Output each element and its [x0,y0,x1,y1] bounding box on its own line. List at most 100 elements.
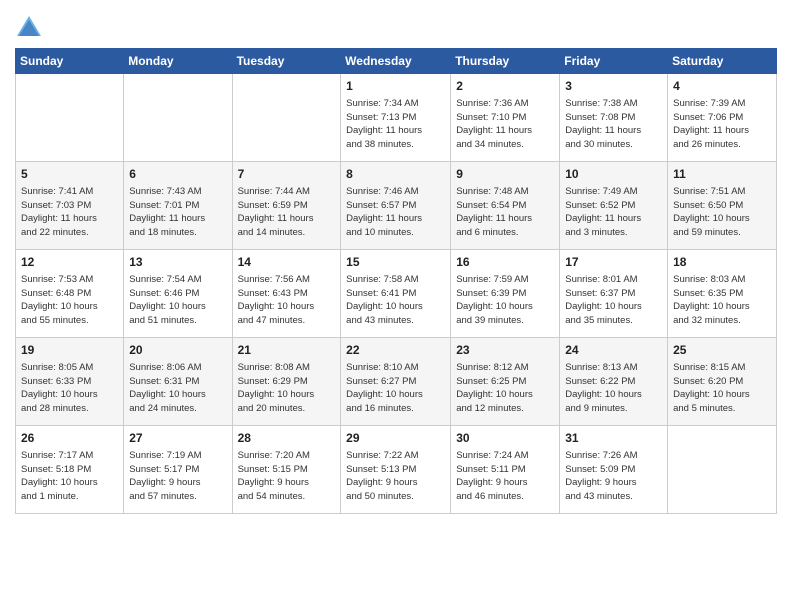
weekday-header-wednesday: Wednesday [341,49,451,74]
day-info: Sunrise: 8:13 AM Sunset: 6:22 PM Dayligh… [565,361,662,416]
calendar-cell: 21 Sunrise: 8:08 AM Sunset: 6:29 PM Dayli… [232,338,341,426]
calendar-cell: 22 Sunrise: 8:10 AM Sunset: 6:27 PM Dayli… [341,338,451,426]
calendar-cell: 9 Sunrise: 7:48 AM Sunset: 6:54 PM Daylig… [451,162,560,250]
calendar-cell: 26 Sunrise: 7:17 AM Sunset: 5:18 PM Dayli… [16,426,124,514]
day-info: Sunrise: 7:17 AM Sunset: 5:18 PM Dayligh… [21,449,118,504]
calendar-table: SundayMondayTuesdayWednesdayThursdayFrid… [15,48,777,514]
day-number: 25 [673,342,771,359]
day-info: Sunrise: 7:49 AM Sunset: 6:52 PM Dayligh… [565,185,662,240]
calendar-cell [124,74,232,162]
calendar-cell: 18 Sunrise: 8:03 AM Sunset: 6:35 PM Dayli… [668,250,777,338]
day-number: 22 [346,342,445,359]
day-number: 20 [129,342,226,359]
day-number: 8 [346,166,445,183]
day-info: Sunrise: 8:15 AM Sunset: 6:20 PM Dayligh… [673,361,771,416]
day-number: 21 [238,342,336,359]
calendar-cell: 1 Sunrise: 7:34 AM Sunset: 7:13 PM Daylig… [341,74,451,162]
week-row-2: 12 Sunrise: 7:53 AM Sunset: 6:48 PM Dayli… [16,250,777,338]
day-number: 10 [565,166,662,183]
day-number: 28 [238,430,336,447]
calendar-cell: 7 Sunrise: 7:44 AM Sunset: 6:59 PM Daylig… [232,162,341,250]
day-info: Sunrise: 7:39 AM Sunset: 7:06 PM Dayligh… [673,97,771,152]
calendar-cell: 4 Sunrise: 7:39 AM Sunset: 7:06 PM Daylig… [668,74,777,162]
weekday-header-tuesday: Tuesday [232,49,341,74]
day-info: Sunrise: 7:51 AM Sunset: 6:50 PM Dayligh… [673,185,771,240]
day-number: 14 [238,254,336,271]
calendar-cell: 13 Sunrise: 7:54 AM Sunset: 6:46 PM Dayli… [124,250,232,338]
day-info: Sunrise: 7:22 AM Sunset: 5:13 PM Dayligh… [346,449,445,504]
week-row-3: 19 Sunrise: 8:05 AM Sunset: 6:33 PM Dayli… [16,338,777,426]
day-info: Sunrise: 7:48 AM Sunset: 6:54 PM Dayligh… [456,185,554,240]
day-info: Sunrise: 7:41 AM Sunset: 7:03 PM Dayligh… [21,185,118,240]
day-number: 16 [456,254,554,271]
day-info: Sunrise: 7:34 AM Sunset: 7:13 PM Dayligh… [346,97,445,152]
calendar-cell [668,426,777,514]
day-number: 4 [673,78,771,95]
day-info: Sunrise: 7:19 AM Sunset: 5:17 PM Dayligh… [129,449,226,504]
day-number: 2 [456,78,554,95]
logo-icon [15,14,43,42]
calendar-cell: 16Sunrise: 7:59 AM Sunset: 6:39 PM Dayli… [451,250,560,338]
day-number: 11 [673,166,771,183]
day-info: Sunrise: 7:58 AM Sunset: 6:41 PM Dayligh… [346,273,445,328]
day-info: Sunrise: 8:08 AM Sunset: 6:29 PM Dayligh… [238,361,336,416]
day-info: Sunrise: 8:05 AM Sunset: 6:33 PM Dayligh… [21,361,118,416]
calendar-cell: 3 Sunrise: 7:38 AM Sunset: 7:08 PM Daylig… [560,74,668,162]
day-number: 5 [21,166,118,183]
day-info: Sunrise: 7:36 AM Sunset: 7:10 PM Dayligh… [456,97,554,152]
calendar-cell: 31 Sunrise: 7:26 AM Sunset: 5:09 PM Dayli… [560,426,668,514]
day-number: 30 [456,430,554,447]
day-info: Sunrise: 7:26 AM Sunset: 5:09 PM Dayligh… [565,449,662,504]
day-info: Sunrise: 7:24 AM Sunset: 5:11 PM Dayligh… [456,449,554,504]
day-info: Sunrise: 8:10 AM Sunset: 6:27 PM Dayligh… [346,361,445,416]
day-number: 1 [346,78,445,95]
day-info: Sunrise: 8:12 AM Sunset: 6:25 PM Dayligh… [456,361,554,416]
calendar-cell: 15 Sunrise: 7:58 AM Sunset: 6:41 PM Dayli… [341,250,451,338]
day-info: Sunrise: 7:44 AM Sunset: 6:59 PM Dayligh… [238,185,336,240]
calendar-cell: 2 Sunrise: 7:36 AM Sunset: 7:10 PM Daylig… [451,74,560,162]
calendar-cell: 6Sunrise: 7:43 AM Sunset: 7:01 PM Daylig… [124,162,232,250]
week-row-0: 1 Sunrise: 7:34 AM Sunset: 7:13 PM Daylig… [16,74,777,162]
calendar-cell: 23Sunrise: 8:12 AM Sunset: 6:25 PM Dayli… [451,338,560,426]
day-info: Sunrise: 7:53 AM Sunset: 6:48 PM Dayligh… [21,273,118,328]
logo [15,14,47,42]
calendar-cell [16,74,124,162]
calendar-cell: 20Sunrise: 8:06 AM Sunset: 6:31 PM Dayli… [124,338,232,426]
day-number: 9 [456,166,554,183]
week-row-4: 26 Sunrise: 7:17 AM Sunset: 5:18 PM Dayli… [16,426,777,514]
day-number: 12 [21,254,118,271]
calendar-cell: 19 Sunrise: 8:05 AM Sunset: 6:33 PM Dayli… [16,338,124,426]
day-info: Sunrise: 7:46 AM Sunset: 6:57 PM Dayligh… [346,185,445,240]
day-number: 29 [346,430,445,447]
page-header [15,10,777,42]
calendar-cell [232,74,341,162]
day-info: Sunrise: 7:38 AM Sunset: 7:08 PM Dayligh… [565,97,662,152]
calendar-cell: 17 Sunrise: 8:01 AM Sunset: 6:37 PM Dayli… [560,250,668,338]
day-number: 17 [565,254,662,271]
day-number: 3 [565,78,662,95]
weekday-header-friday: Friday [560,49,668,74]
day-number: 31 [565,430,662,447]
calendar-cell: 29 Sunrise: 7:22 AM Sunset: 5:13 PM Dayli… [341,426,451,514]
day-number: 19 [21,342,118,359]
calendar-cell: 11 Sunrise: 7:51 AM Sunset: 6:50 PM Dayli… [668,162,777,250]
calendar-cell: 30 Sunrise: 7:24 AM Sunset: 5:11 PM Dayli… [451,426,560,514]
calendar-cell: 14Sunrise: 7:56 AM Sunset: 6:43 PM Dayli… [232,250,341,338]
day-number: 18 [673,254,771,271]
day-info: Sunrise: 7:54 AM Sunset: 6:46 PM Dayligh… [129,273,226,328]
day-number: 13 [129,254,226,271]
day-number: 26 [21,430,118,447]
calendar-cell: 24 Sunrise: 8:13 AM Sunset: 6:22 PM Dayli… [560,338,668,426]
day-info: Sunrise: 8:03 AM Sunset: 6:35 PM Dayligh… [673,273,771,328]
day-number: 24 [565,342,662,359]
day-number: 27 [129,430,226,447]
day-info: Sunrise: 7:20 AM Sunset: 5:15 PM Dayligh… [238,449,336,504]
day-info: Sunrise: 8:01 AM Sunset: 6:37 PM Dayligh… [565,273,662,328]
weekday-header-row: SundayMondayTuesdayWednesdayThursdayFrid… [16,49,777,74]
weekday-header-saturday: Saturday [668,49,777,74]
calendar-cell: 27 Sunrise: 7:19 AM Sunset: 5:17 PM Dayli… [124,426,232,514]
calendar-cell: 10 Sunrise: 7:49 AM Sunset: 6:52 PM Dayli… [560,162,668,250]
calendar-cell: 25 Sunrise: 8:15 AM Sunset: 6:20 PM Dayli… [668,338,777,426]
day-number: 7 [238,166,336,183]
day-number: 15 [346,254,445,271]
